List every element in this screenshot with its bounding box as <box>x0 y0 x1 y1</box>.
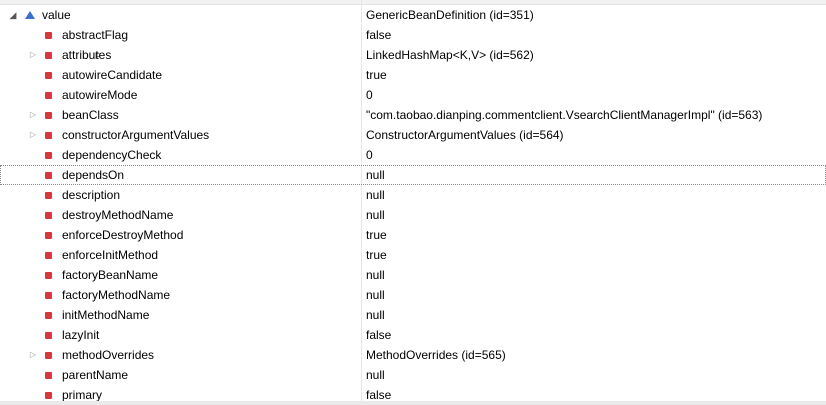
field-icon <box>45 192 52 199</box>
variable-name: lazyInit <box>62 328 100 342</box>
variable-value: true <box>366 248 387 262</box>
field-icon: F <box>45 52 100 61</box>
field-icon <box>45 252 52 259</box>
variable-name: factoryBeanName <box>62 268 159 282</box>
tree-row-initMethodName[interactable]: initMethodName null <box>0 305 826 325</box>
variable-value: null <box>366 168 385 182</box>
variable-name: beanClass <box>62 108 119 122</box>
field-icon <box>45 92 52 99</box>
field-icon <box>45 72 52 79</box>
field-icon <box>45 232 52 239</box>
tree-row-value[interactable]: ◢ value GenericBeanDefinition (id=351) <box>0 5 826 25</box>
variable-value: false <box>366 28 392 42</box>
variable-value: 0 <box>366 88 373 102</box>
variable-name: initMethodName <box>62 308 150 322</box>
field-icon <box>45 272 52 279</box>
variable-value: true <box>366 228 387 242</box>
field-icon <box>45 332 52 339</box>
variable-name: methodOverrides <box>62 348 155 362</box>
variable-value: true <box>366 68 387 82</box>
variable-value: "com.taobao.dianping.commentclient.Vsear… <box>366 108 763 122</box>
variable-name: factoryMethodName <box>62 288 171 302</box>
tree-row-enforceDestroyMethod[interactable]: enforceDestroyMethod true <box>0 225 826 245</box>
variable-name: description <box>62 188 121 202</box>
tree-row-constructorArgumentValues[interactable]: ▷ constructorArgumentValues ConstructorArg… <box>0 125 826 145</box>
variable-value: false <box>366 328 392 342</box>
variable-name: destroyMethodName <box>62 208 174 222</box>
variable-value: LinkedHashMap<K,V> (id=562) <box>366 48 534 62</box>
variable-name: abstractFlag <box>62 28 129 42</box>
variables-tree: ◢ value GenericBeanDefinition (id=351) a… <box>0 5 826 405</box>
field-icon <box>45 392 52 399</box>
variable-value: null <box>366 188 385 202</box>
variable-name: dependsOn <box>62 168 125 182</box>
tree-row-parentName[interactable]: parentName null <box>0 365 826 385</box>
tree-row-dependencyCheck[interactable]: dependencyCheck 0 <box>0 145 826 165</box>
field-icon <box>45 32 52 39</box>
variable-value: MethodOverrides (id=565) <box>366 348 506 362</box>
variable-value: 0 <box>366 148 373 162</box>
object-instance-icon <box>25 11 35 19</box>
variable-value: null <box>366 288 385 302</box>
field-icon <box>45 152 52 159</box>
tree-row-autowireMode[interactable]: autowireMode 0 <box>0 85 826 105</box>
field-icon <box>45 312 52 319</box>
variable-value: GenericBeanDefinition (id=351) <box>366 8 534 22</box>
variable-name: enforceDestroyMethod <box>62 228 184 242</box>
tree-row-destroyMethodName[interactable]: destroyMethodName null <box>0 205 826 225</box>
tree-row-lazyInit[interactable]: lazyInit false <box>0 325 826 345</box>
variable-name: dependencyCheck <box>62 148 162 162</box>
variable-name: autowireCandidate <box>62 68 163 82</box>
variable-value: null <box>366 368 385 382</box>
tree-row-methodOverrides[interactable]: ▷ methodOverrides MethodOverrides (id=565) <box>0 345 826 365</box>
tree-row-description[interactable]: description null <box>0 185 826 205</box>
variable-name: enforceInitMethod <box>62 248 159 262</box>
tree-row-factoryBeanName[interactable]: factoryBeanName null <box>0 265 826 285</box>
field-icon <box>45 172 52 179</box>
expand-arrow-icon[interactable]: ▷ <box>28 345 38 365</box>
variable-value: null <box>366 208 385 222</box>
variable-value: null <box>366 268 385 282</box>
variable-value: null <box>366 308 385 322</box>
expand-arrow-icon[interactable]: ▷ <box>28 45 38 65</box>
variable-name: value <box>42 8 71 22</box>
field-icon <box>45 292 52 299</box>
tree-row-attributes[interactable]: ▷ Fattributes LinkedHashMap<K,V> (id=562) <box>0 45 826 65</box>
tree-row-factoryMethodName[interactable]: factoryMethodName null <box>0 285 826 305</box>
variable-value: ConstructorArgumentValues (id=564) <box>366 128 564 142</box>
expand-arrow-icon[interactable]: ▷ <box>28 105 38 125</box>
tree-row-enforceInitMethod[interactable]: enforceInitMethod true <box>0 245 826 265</box>
tree-row-autowireCandidate[interactable]: autowireCandidate true <box>0 65 826 85</box>
field-icon <box>45 352 52 359</box>
horizontal-scrollbar[interactable] <box>0 401 826 405</box>
field-icon <box>45 112 52 119</box>
variable-name: autowireMode <box>62 88 138 102</box>
field-icon <box>45 132 52 139</box>
tree-row-abstractFlag[interactable]: abstractFlag false <box>0 25 826 45</box>
variable-name: attributes <box>62 48 112 62</box>
field-icon <box>45 212 52 219</box>
collapse-arrow-icon[interactable]: ◢ <box>8 5 18 25</box>
tree-row-beanClass[interactable]: ▷ beanClass "com.taobao.dianping.commentcl… <box>0 105 826 125</box>
variable-name: constructorArgumentValues <box>62 128 210 142</box>
variable-name: parentName <box>62 368 129 382</box>
tree-row-dependsOn[interactable]: dependsOn null <box>0 165 826 185</box>
field-icon <box>45 372 52 379</box>
expand-arrow-icon[interactable]: ▷ <box>28 125 38 145</box>
